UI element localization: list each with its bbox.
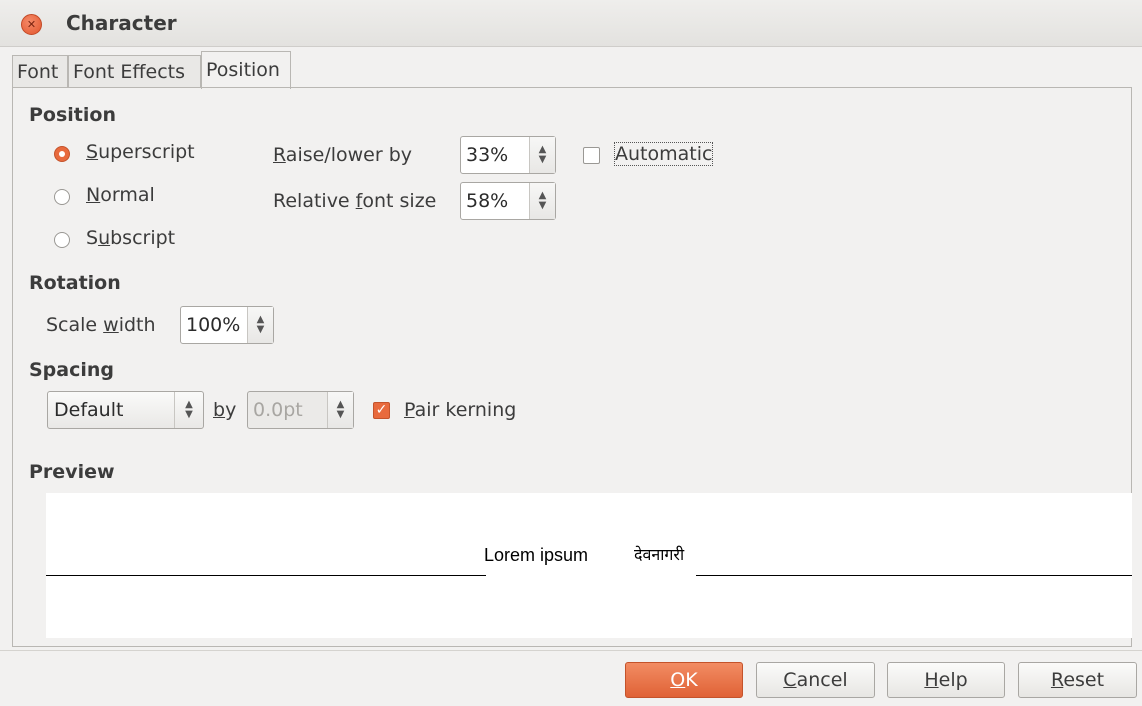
spin-arrows-icon[interactable]: ▲ ▼ (529, 137, 555, 173)
superscript-radio[interactable] (54, 146, 70, 162)
preview-devanagari-text: देवनागरी (634, 545, 685, 564)
spin-arrows-icon[interactable]: ▲ ▼ (327, 392, 353, 428)
normal-label[interactable]: Normal (86, 184, 155, 206)
pair-kerning-checkbox[interactable]: ✓ (373, 402, 390, 419)
pair-kerning-label[interactable]: Pair kerning (404, 399, 516, 421)
tab-font-effects[interactable]: Font Effects (68, 55, 201, 87)
relative-font-size-value: 58% (466, 190, 509, 212)
relative-font-size-label: Relative font size (273, 190, 437, 212)
tab-position[interactable]: Position (201, 51, 291, 89)
spacing-by-label: by (213, 399, 237, 421)
automatic-label[interactable]: Automatic (613, 142, 714, 166)
preview-baseline-left (46, 575, 486, 576)
automatic-checkbox[interactable] (583, 147, 600, 164)
reset-button[interactable]: Reset (1018, 662, 1137, 698)
raise-lower-spin[interactable]: 33% ▲ ▼ (460, 136, 556, 174)
cancel-button[interactable]: Cancel (756, 662, 875, 698)
button-separator (0, 650, 1142, 651)
scale-width-value: 100% (186, 314, 241, 336)
preview-latin-text: Lorem ipsum (484, 545, 589, 565)
subscript-label[interactable]: Subscript (86, 227, 175, 249)
tab-panel: Position Superscript Normal Subscript Ra… (12, 87, 1132, 647)
rotation-heading: Rotation (29, 272, 121, 294)
scale-width-spin[interactable]: 100% ▲ ▼ (180, 306, 274, 344)
close-icon[interactable]: ✕ (21, 14, 42, 35)
preview-heading: Preview (29, 461, 115, 483)
spacing-mode-value: Default (54, 399, 124, 421)
subscript-radio[interactable] (54, 232, 70, 248)
help-button[interactable]: Help (887, 662, 1005, 698)
spacing-heading: Spacing (29, 359, 115, 381)
spacing-by-value: 0.0pt (253, 399, 303, 421)
raise-lower-label: Raise/lower by (273, 144, 412, 166)
position-heading: Position (29, 104, 116, 126)
relative-font-size-spin[interactable]: 58% ▲ ▼ (460, 182, 556, 220)
preview-baseline-right (696, 575, 1132, 576)
spacing-by-spin[interactable]: 0.0pt ▲ ▼ (247, 391, 354, 429)
superscript-label[interactable]: Superscript (86, 141, 195, 163)
tab-font[interactable]: Font (12, 55, 68, 87)
spin-arrows-icon[interactable]: ▲ ▼ (529, 183, 555, 219)
select-arrows-icon: ▲ ▼ (174, 392, 203, 428)
window-title: Character (66, 11, 177, 35)
title-bar: ✕ Character (0, 0, 1142, 47)
preview-box: Lorem ipsum देवनागरी (46, 493, 1132, 638)
spacing-mode-select[interactable]: Default ▲ ▼ (47, 391, 204, 429)
spin-arrows-icon[interactable]: ▲ ▼ (247, 307, 273, 343)
normal-radio[interactable] (54, 189, 70, 205)
raise-lower-value: 33% (466, 144, 509, 166)
ok-button[interactable]: OK (625, 662, 743, 698)
scale-width-label: Scale width (46, 314, 156, 336)
